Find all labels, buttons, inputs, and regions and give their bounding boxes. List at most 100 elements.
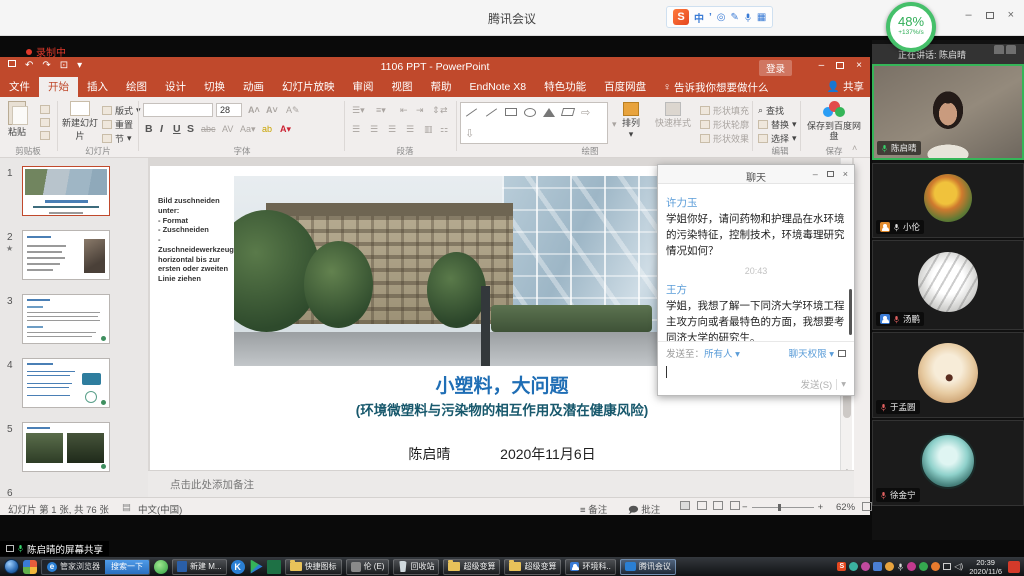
slide-thumbnail-1[interactable] (22, 166, 110, 216)
tray-icon-2[interactable] (861, 562, 870, 571)
slide-author-date[interactable]: 陈启晴 2020年11月6日 (234, 444, 770, 464)
shape-line2-icon[interactable] (486, 108, 497, 116)
notification-icon[interactable] (1008, 561, 1020, 573)
language-label[interactable]: 中文(中国) (138, 502, 182, 516)
tab-special[interactable]: 特色功能 (535, 77, 595, 97)
zoom-slider[interactable] (752, 507, 814, 508)
shape-triangle-icon[interactable] (543, 108, 555, 117)
font-name-input[interactable] (143, 103, 213, 117)
shape-effects-button[interactable]: 形状效果 (700, 132, 749, 145)
chat-scrollbar[interactable] (849, 289, 852, 335)
ime-mic-icon[interactable] (744, 12, 752, 23)
send-to-select[interactable]: 所有人 ▾ (704, 346, 740, 360)
quick-styles-button[interactable]: 快速样式 (655, 102, 691, 129)
task-new-doc[interactable]: 新建 M... (172, 559, 227, 575)
slideshow-view-icon[interactable] (730, 501, 740, 510)
section-button[interactable]: 节 ▾ (102, 132, 132, 145)
layout-switch-icons[interactable] (994, 45, 1016, 54)
format-painter-icon[interactable] (40, 131, 50, 140)
tray-icon-5[interactable] (907, 562, 916, 571)
copy-icon[interactable] (40, 118, 50, 127)
task-recycle-bin[interactable]: 回收站 (393, 559, 439, 575)
tell-me-box[interactable]: ♀告诉我你想要做什么 (655, 77, 776, 97)
tray-icon-1[interactable] (849, 562, 858, 571)
network-usage-badge[interactable]: 48% +137%/s (886, 2, 936, 52)
shapes-gallery[interactable]: ⇨ ⇩ (460, 102, 608, 144)
video-tile-tangpeng[interactable]: 汤鹏 (872, 240, 1024, 330)
ppt-minimize-icon[interactable]: – (819, 60, 825, 71)
save-to-baidu-button[interactable]: 保存到百度网盘 (806, 101, 862, 142)
underline-button[interactable]: U (173, 123, 181, 135)
indent-decrease-icon[interactable]: ⇤ (400, 105, 408, 116)
shape-line-icon[interactable] (466, 108, 477, 116)
shape-outline-button[interactable]: 形状轮廓 (700, 118, 749, 131)
grow-font-icon[interactable]: A˄ (248, 105, 260, 115)
replace-button[interactable]: 替换 ▾ (758, 118, 797, 131)
task-quick-icons[interactable]: 快捷图标 (285, 559, 342, 575)
tab-endnote[interactable]: EndNote X8 (461, 77, 536, 97)
video-tile-yumengyuan[interactable]: 于孟圆 (872, 332, 1024, 418)
tab-baidu[interactable]: 百度网盘 (595, 77, 655, 97)
fit-slide-icon[interactable] (862, 502, 872, 511)
tray-sogou-icon[interactable]: S (837, 562, 846, 571)
chat-close-icon[interactable]: × (843, 169, 848, 179)
tab-draw[interactable]: 绘图 (117, 77, 156, 97)
line-spacing-icon[interactable]: ⇕ (432, 105, 440, 116)
normal-view-icon[interactable] (680, 501, 690, 510)
align-right-icon[interactable]: ☰ (388, 124, 396, 135)
search-go-button[interactable]: 搜索一下 (105, 560, 149, 574)
case-icon[interactable]: Aa▾ (240, 124, 256, 135)
cut-icon[interactable] (40, 105, 50, 114)
font-size-input[interactable]: 28 (216, 103, 242, 117)
justify-icon[interactable]: ☰ (406, 124, 414, 135)
tray-shield-icon[interactable] (919, 562, 928, 571)
task-folder-1[interactable]: 超级变算 (443, 559, 500, 575)
shape-parallelogram-icon[interactable] (561, 108, 575, 116)
numbering-icon[interactable]: ≡▾ (376, 105, 386, 116)
task-tencent-meeting[interactable]: 腾讯会议 (620, 559, 676, 575)
shape-rect-icon[interactable] (505, 108, 517, 116)
task-lun[interactable]: 伦 (E) (346, 559, 390, 575)
chat-minimize-icon[interactable]: – (813, 169, 818, 179)
browser-360-icon[interactable] (154, 560, 168, 574)
ime-punct-icon[interactable]: ’ (709, 12, 712, 23)
slide-thumbnail-4[interactable] (22, 358, 110, 408)
reset-button[interactable]: 重置 (102, 118, 133, 131)
paste-button[interactable]: 粘贴 (8, 101, 26, 138)
popout-icon[interactable] (838, 350, 846, 357)
excel-icon[interactable] (267, 560, 281, 574)
restore-icon[interactable] (986, 12, 994, 19)
close-icon[interactable]: × (1008, 9, 1014, 21)
tab-review[interactable]: 审阅 (344, 77, 383, 97)
collapse-ribbon-icon[interactable]: ˄ (852, 143, 857, 153)
chat-permission-select[interactable]: 聊天权限 ▾ (789, 346, 834, 360)
slide-subtitle[interactable]: (环境微塑料与污染物的相互作用及潜在健康风险) (214, 399, 790, 419)
ime-pen-icon[interactable]: ✎ (731, 12, 739, 23)
shape-arrow-down-icon[interactable]: ⇩ (465, 127, 474, 140)
clear-format-icon[interactable]: A✎ (286, 105, 300, 116)
sogou-browser-icon[interactable] (23, 560, 37, 574)
taskbar-clock[interactable]: 20:392020/11/6 (969, 558, 1002, 576)
reading-view-icon[interactable] (713, 501, 723, 510)
search-text[interactable]: 管家浏览器 (60, 561, 100, 572)
chat-restore-icon[interactable] (827, 171, 834, 177)
shadow-button[interactable]: S (187, 123, 194, 135)
zoom-percent[interactable]: 62% (836, 502, 855, 513)
network-tray-icon[interactable] (943, 563, 951, 570)
new-slide-button[interactable]: 新建幻灯片 (62, 101, 98, 142)
tab-slideshow[interactable]: 幻灯片放映 (273, 77, 344, 97)
task-env-sci[interactable]: 环境科.. (565, 559, 615, 575)
zoom-in-icon[interactable]: + (818, 502, 824, 513)
ppt-restore-icon[interactable] (836, 62, 844, 69)
arrange-button[interactable]: 排列 ▾ (622, 102, 640, 140)
tab-help[interactable]: 帮助 (422, 77, 461, 97)
spellcheck-icon[interactable]: ▤ (122, 502, 131, 513)
slide-thumbnail-5[interactable] (22, 422, 110, 472)
ppt-close-icon[interactable]: × (856, 60, 862, 71)
layout-button[interactable]: 版式 ▾ (102, 104, 141, 117)
comments-toggle[interactable]: 🗩 批注 (628, 502, 660, 519)
columns-icon[interactable]: ▥ (424, 124, 433, 135)
text-direction-icon[interactable]: ⇄ (440, 105, 448, 116)
video-tile-xiaolun[interactable]: 小伦 (872, 163, 1024, 238)
sign-in-button[interactable]: 登录 (759, 60, 792, 76)
